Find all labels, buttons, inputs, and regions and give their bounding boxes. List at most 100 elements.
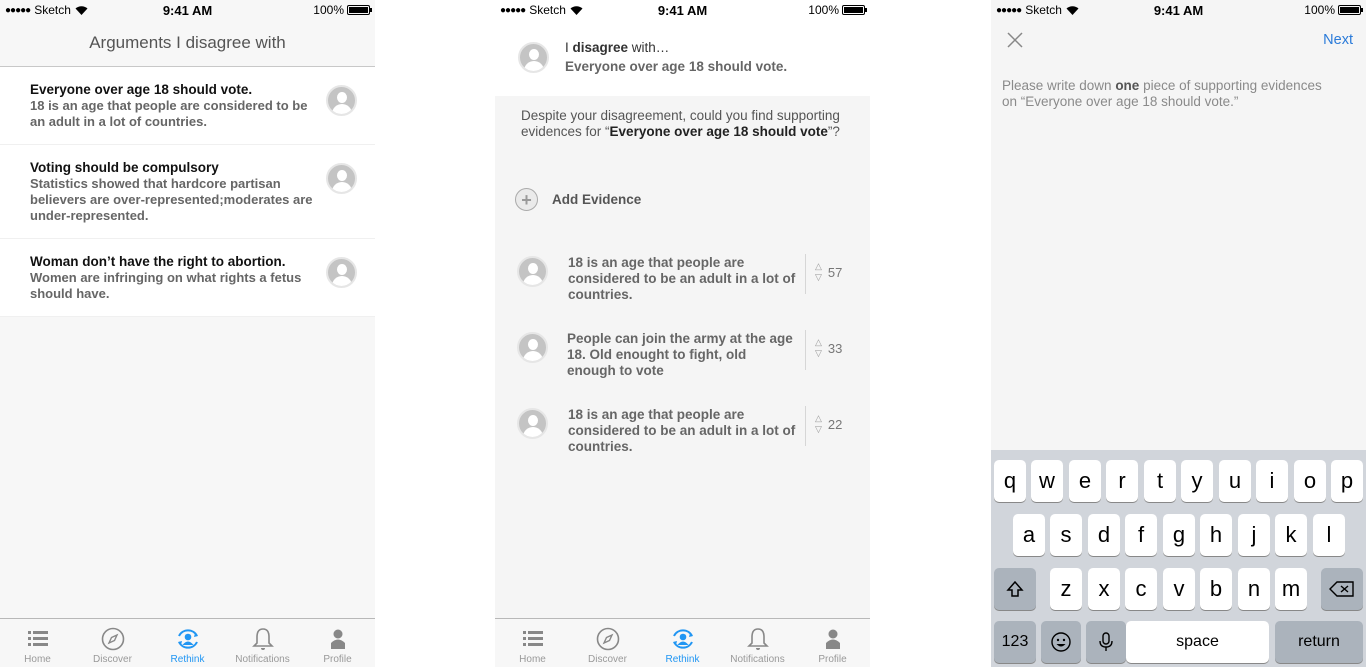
key[interactable]: v	[1163, 568, 1195, 610]
tab-home[interactable]: Home	[495, 619, 570, 667]
person-icon	[825, 629, 840, 649]
tab-label: Rethink	[665, 654, 700, 665]
evidence-text: 18 is an age that people are considered …	[568, 407, 796, 454]
downvote-icon[interactable]: ▽	[815, 349, 822, 358]
argument-title: Woman don’t have the right to abortion.	[30, 254, 286, 269]
list-icon	[522, 631, 543, 646]
argument-item[interactable]: Woman don’t have the right to abortion. …	[0, 239, 375, 317]
key[interactable]: m	[1275, 568, 1307, 610]
upvote-icon[interactable]: △	[815, 414, 822, 423]
key[interactable]: r	[1106, 460, 1138, 502]
key[interactable]: b	[1200, 568, 1232, 610]
plus-icon: +	[515, 188, 538, 211]
tab-label: Home	[24, 654, 51, 665]
argument-body: Statistics showed that hardcore partisan…	[30, 176, 313, 223]
page-title: Arguments I disagree with	[0, 20, 375, 67]
key[interactable]: q	[994, 460, 1026, 502]
tab-profile[interactable]: Profile	[300, 619, 375, 667]
tab-rethink[interactable]: Rethink	[645, 619, 720, 667]
tab-notifications[interactable]: Notifications	[225, 619, 300, 667]
compass-icon	[101, 627, 124, 651]
downvote-icon[interactable]: ▽	[815, 273, 822, 282]
vote-count: 33	[827, 340, 843, 356]
key[interactable]: a	[1013, 514, 1045, 556]
add-evidence-button[interactable]: + Add Evidence	[515, 188, 641, 211]
next-button[interactable]: Next	[1323, 32, 1353, 48]
argument-item[interactable]: Voting should be compulsory Statistics s…	[0, 145, 375, 239]
dictation-key[interactable]	[1086, 621, 1126, 663]
key[interactable]: x	[1088, 568, 1120, 610]
avatar	[517, 332, 548, 363]
avatar	[326, 163, 357, 194]
key[interactable]: n	[1238, 568, 1270, 610]
battery-icon	[842, 5, 867, 15]
key[interactable]: z	[1050, 568, 1082, 610]
key[interactable]: h	[1200, 514, 1232, 556]
close-icon[interactable]	[1005, 30, 1025, 50]
key[interactable]: s	[1050, 514, 1082, 556]
key[interactable]: i	[1256, 460, 1288, 502]
key[interactable]: w	[1031, 460, 1063, 502]
tab-label: Home	[519, 654, 546, 665]
key[interactable]: e	[1069, 460, 1101, 502]
tab-rethink[interactable]: Rethink	[150, 619, 225, 667]
space-key[interactable]: space	[1126, 621, 1269, 663]
tab-label: Discover	[588, 654, 627, 665]
bell-icon	[251, 628, 274, 650]
evidence-item[interactable]: 18 is an age that people are considered …	[495, 244, 870, 304]
tab-discover[interactable]: Discover	[570, 619, 645, 667]
upvote-icon[interactable]: △	[815, 262, 822, 271]
numbers-key[interactable]: 123	[994, 621, 1036, 663]
status-bar: ●●●●● Sketch 9:41 AM 100%	[495, 0, 870, 20]
avatar	[517, 408, 548, 439]
key[interactable]: o	[1294, 460, 1326, 502]
key[interactable]: f	[1125, 514, 1157, 556]
tab-label: Notifications	[730, 654, 785, 665]
evidence-text: People can join the army at the age 18. …	[567, 331, 793, 378]
tab-label: Discover	[93, 654, 132, 665]
add-evidence-label: Add Evidence	[552, 192, 642, 207]
status-bar: ●●●●● Sketch 9:41 AM 100%	[0, 0, 375, 20]
key[interactable]: c	[1125, 568, 1157, 610]
tab-home[interactable]: Home	[0, 619, 75, 667]
rethink-user-icon	[177, 629, 198, 649]
emoji-key[interactable]	[1041, 621, 1081, 663]
disagree-line: I disagree with…	[565, 40, 669, 55]
evidence-text: 18 is an age that people are considered …	[568, 255, 796, 302]
prompt-argument: Everyone over age 18 should vote	[609, 124, 828, 139]
key[interactable]: j	[1238, 514, 1270, 556]
disagree-suffix: with…	[628, 40, 670, 55]
battery-percent: 100%	[1304, 3, 1335, 17]
evidence-item[interactable]: People can join the army at the age 18. …	[495, 320, 870, 380]
tab-notifications[interactable]: Notifications	[720, 619, 795, 667]
evidence-item[interactable]: 18 is an age that people are considered …	[495, 396, 870, 456]
key[interactable]: l	[1313, 514, 1345, 556]
argument-body: Women are infringing on what rights a fe…	[30, 270, 302, 301]
upvote-icon[interactable]: △	[815, 338, 822, 347]
tab-profile[interactable]: Profile	[795, 619, 870, 667]
key[interactable]: g	[1163, 514, 1195, 556]
write-evidence-screen: ●●●●● Sketch 9:41 AM 100% Next Please wri…	[991, 0, 1366, 667]
divider	[805, 330, 806, 370]
battery-percent: 100%	[313, 3, 344, 17]
backspace-key[interactable]	[1321, 568, 1363, 610]
compose-nav: Next	[991, 20, 1366, 62]
key[interactable]: p	[1331, 460, 1363, 502]
key[interactable]: t	[1144, 460, 1176, 502]
key[interactable]: u	[1219, 460, 1251, 502]
arguments-screen: ●●●●● Sketch 9:41 AM 100% Arguments I dis…	[0, 0, 375, 667]
prompt-emphasis: one	[1115, 78, 1140, 93]
downvote-icon[interactable]: ▽	[815, 425, 822, 434]
return-key[interactable]: return	[1275, 621, 1363, 663]
compose-placeholder[interactable]: Please write down one piece of supportin…	[1002, 78, 1336, 110]
key[interactable]: d	[1088, 514, 1120, 556]
key[interactable]: k	[1275, 514, 1307, 556]
shift-key[interactable]	[994, 568, 1036, 610]
battery-percent: 100%	[808, 3, 839, 17]
tab-discover[interactable]: Discover	[75, 619, 150, 667]
tab-label: Notifications	[235, 654, 290, 665]
vote-count: 57	[827, 264, 843, 280]
key[interactable]: y	[1181, 460, 1213, 502]
battery-icon	[1338, 5, 1363, 15]
argument-item[interactable]: Everyone over age 18 should vote. 18 is …	[0, 67, 375, 145]
